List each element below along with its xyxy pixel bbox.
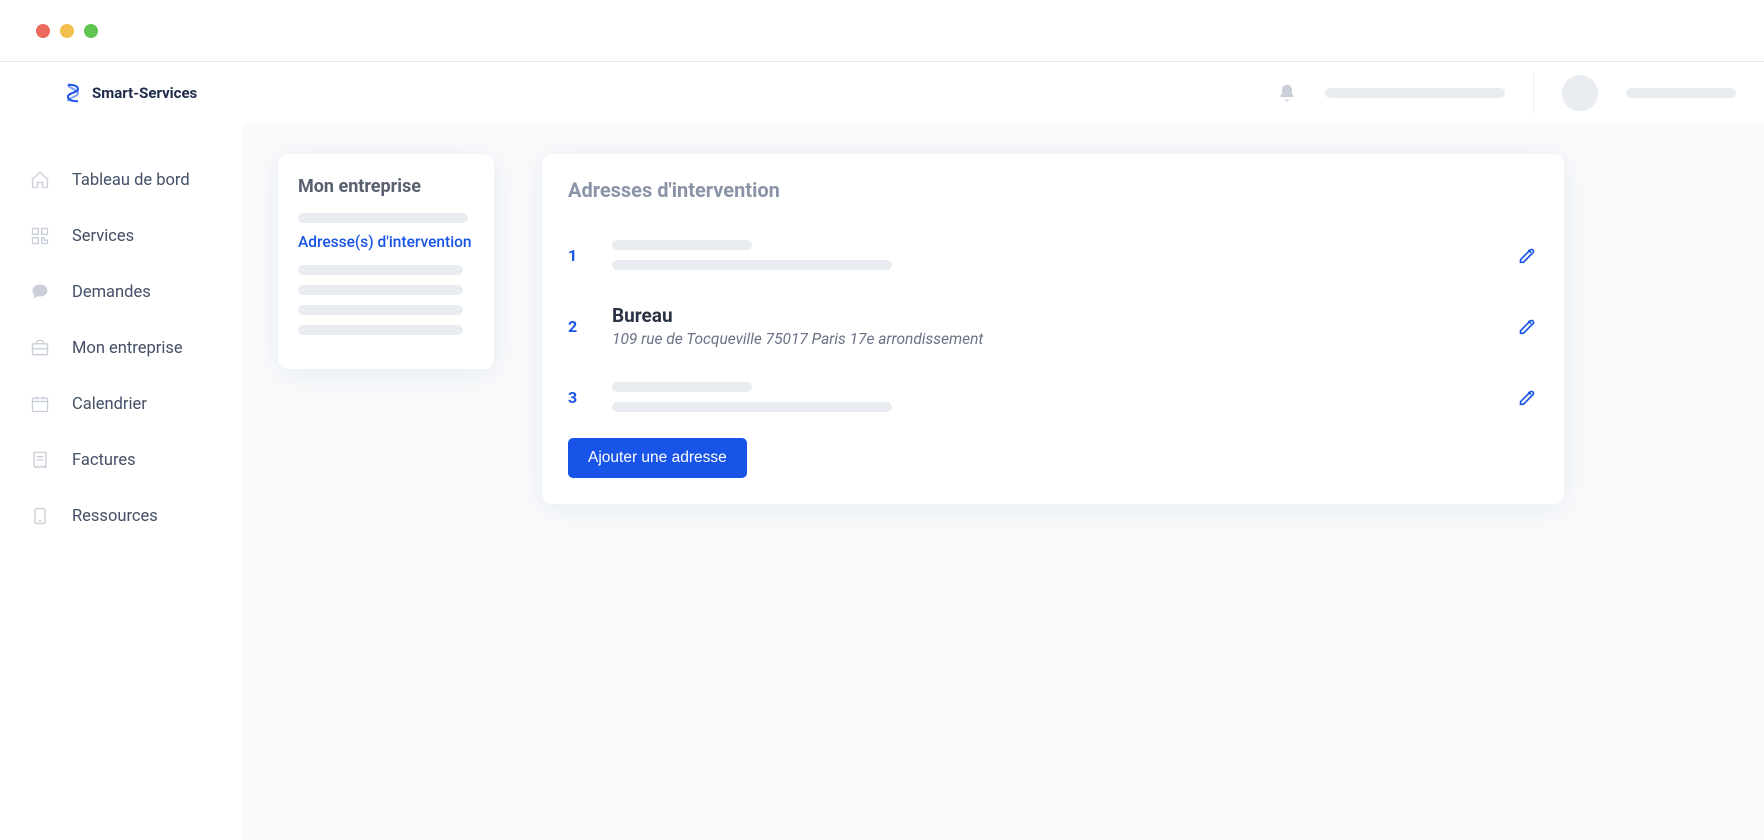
address-name-placeholder (612, 240, 752, 250)
address-number: 3 (568, 388, 584, 407)
sidebar-item-ressources[interactable]: Ressources (0, 488, 242, 544)
company-side-card: Mon entreprise Adresse(s) d'intervention (278, 154, 494, 369)
pencil-icon[interactable] (1516, 386, 1538, 408)
chat-icon (30, 282, 50, 302)
briefcase-icon (30, 338, 50, 358)
address-number: 1 (568, 246, 584, 265)
side-card-placeholder[interactable] (298, 305, 463, 315)
sidebar-item-label: Factures (72, 451, 136, 470)
side-card-placeholder[interactable] (298, 265, 463, 275)
side-card-active-item[interactable]: Adresse(s) d'intervention (298, 233, 474, 251)
address-body (612, 382, 1488, 412)
sidebar-item-label: Calendrier (72, 395, 147, 414)
bell-icon[interactable] (1277, 83, 1297, 103)
address-name-placeholder (612, 382, 752, 392)
brand-logo[interactable]: Smart-Services (64, 83, 197, 103)
header-right (1277, 73, 1736, 113)
address-detail-placeholder (612, 402, 892, 412)
addresses-card: Adresses d'intervention 1 2 Bureau 109 (542, 154, 1564, 504)
sidebar-item-demandes[interactable]: Demandes (0, 264, 242, 320)
pencil-icon[interactable] (1516, 315, 1538, 337)
app-header: Smart-Services (0, 62, 1764, 124)
device-icon (30, 506, 50, 526)
main-layout: Tableau de bord Services Demandes Mon en… (0, 124, 1764, 840)
avatar[interactable] (1562, 75, 1598, 111)
address-detail: 109 rue de Tocqueville 75017 Paris 17e a… (612, 330, 1488, 348)
header-placeholder-text (1325, 88, 1505, 98)
sidebar-item-entreprise[interactable]: Mon entreprise (0, 320, 242, 376)
sidebar-item-calendrier[interactable]: Calendrier (0, 376, 242, 432)
side-card-title: Mon entreprise (298, 176, 474, 197)
address-body: Bureau 109 rue de Tocqueville 75017 Pari… (612, 304, 1488, 348)
content-area: Mon entreprise Adresse(s) d'intervention… (242, 124, 1764, 840)
sidebar-item-label: Services (72, 227, 134, 246)
addresses-title: Adresses d'intervention (568, 178, 1538, 202)
qr-icon (30, 226, 50, 246)
address-number: 2 (568, 317, 584, 336)
sidebar-item-dashboard[interactable]: Tableau de bord (0, 152, 242, 208)
receipt-icon (30, 450, 50, 470)
window-fullscreen-icon[interactable] (84, 24, 98, 38)
home-icon (30, 170, 50, 190)
address-body (612, 240, 1488, 270)
sidebar-item-label: Mon entreprise (72, 339, 183, 358)
calendar-icon (30, 394, 50, 414)
side-card-placeholder[interactable] (298, 285, 463, 295)
address-name: Bureau (612, 304, 1488, 327)
header-username-placeholder (1626, 88, 1736, 98)
side-card-placeholder (298, 213, 468, 223)
sidebar-item-label: Demandes (72, 283, 151, 302)
sidebar-item-services[interactable]: Services (0, 208, 242, 264)
address-row: 2 Bureau 109 rue de Tocqueville 75017 Pa… (568, 288, 1538, 366)
brand-name: Smart-Services (92, 84, 197, 102)
header-divider (1533, 73, 1534, 113)
sidebar-item-label: Tableau de bord (72, 171, 190, 190)
logo-icon (64, 83, 82, 103)
address-row: 3 (568, 366, 1538, 430)
address-row: 1 (568, 224, 1538, 288)
pencil-icon[interactable] (1516, 244, 1538, 266)
sidebar-item-label: Ressources (72, 507, 158, 526)
window-minimize-icon[interactable] (60, 24, 74, 38)
window-titlebar (0, 0, 1764, 62)
window-close-icon[interactable] (36, 24, 50, 38)
sidebar-nav: Tableau de bord Services Demandes Mon en… (0, 124, 242, 840)
add-address-button[interactable]: Ajouter une adresse (568, 438, 747, 478)
side-card-placeholder[interactable] (298, 325, 463, 335)
address-detail-placeholder (612, 260, 892, 270)
sidebar-item-factures[interactable]: Factures (0, 432, 242, 488)
